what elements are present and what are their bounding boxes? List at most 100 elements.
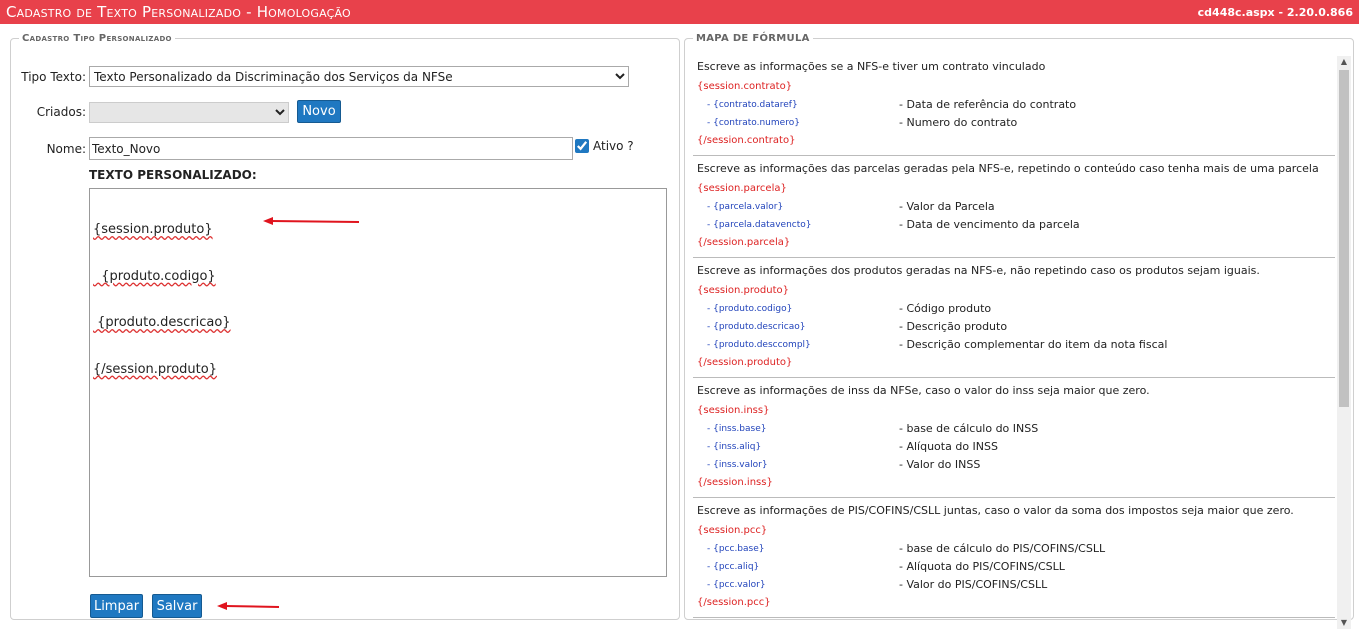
tipo-texto-label: Tipo Texto:: [21, 70, 86, 84]
scroll-thumb[interactable]: [1339, 70, 1349, 407]
session-open-tag: {session.inss}: [697, 405, 770, 416]
page-title: Cadastro de Texto Personalizado - Homolo…: [6, 3, 351, 21]
ativo-label: Ativo ?: [593, 139, 634, 153]
arrow-annotation: [217, 602, 280, 610]
formula-row: - {inss.valor} - Valor do INSS: [697, 456, 1331, 474]
variable-description: - Alíquota do PIS/COFINS/CSLL: [899, 560, 1065, 573]
tipo-texto-select[interactable]: Texto Personalizado da Discriminação dos…: [89, 66, 629, 87]
editor-line: {session.produto}: [93, 222, 213, 237]
formula-section: Escreve as informações se a NFS-e tiver …: [693, 54, 1335, 156]
variable-description: - Data de vencimento da parcela: [899, 218, 1080, 231]
version-label: cd448c.aspx - 2.20.0.866: [1197, 5, 1353, 19]
texto-personalizado-title: TEXTO PERSONALIZADO:: [89, 168, 257, 182]
variable-name: {parcela.valor}: [713, 202, 784, 212]
ativo-checkbox[interactable]: [575, 139, 589, 153]
formula-section: Escreve as informações de PIS/COFINS/CSL…: [693, 498, 1335, 618]
criados-label: Criados:: [36, 105, 86, 119]
variable-name: {contrato.numero}: [713, 118, 800, 128]
formula-row: - {contrato.dataref} - Data de referência…: [697, 96, 1331, 114]
formula-variable: - {parcela.datavencto}: [707, 220, 812, 230]
criados-select[interactable]: [89, 102, 289, 123]
session-open-tag: {session.contrato}: [697, 81, 793, 92]
mapa-formula-panel: MAPA DE FÓRMULA Escreve as informações s…: [684, 33, 1354, 629]
variable-name: {inss.base}: [713, 424, 767, 434]
formula-row: - {inss.base} - base de cálculo do INSS: [697, 420, 1331, 438]
formula-variable: - {inss.base}: [707, 424, 767, 434]
variable-name: {produto.descricao}: [713, 322, 806, 332]
variable-description: - Descrição complementar do item da nota…: [899, 338, 1168, 351]
variable-description: - Valor do INSS: [899, 458, 981, 471]
formula-variable: - {produto.descricao}: [707, 322, 806, 332]
cadastro-legend: Cadastro Tipo Personalizado: [22, 33, 172, 44]
variable-description: - Valor da Parcela: [899, 200, 995, 213]
formula-row: - {inss.aliq} - Alíquota do INSS: [697, 438, 1331, 456]
variable-description: - Valor do PIS/COFINS/CSLL: [899, 578, 1048, 591]
session-open-tag: {session.pcc}: [697, 525, 768, 536]
section-description: Escreve as informações de PIS/COFINS/CSL…: [697, 504, 1294, 517]
nome-label: Nome:: [46, 142, 86, 156]
formula-row: - {produto.descricao} - Descrição produto: [697, 318, 1331, 336]
variable-description: - Alíquota do INSS: [899, 440, 998, 453]
editor-line: {produto.descricao}: [93, 315, 231, 330]
formula-row: - {contrato.numero} - Numero do contrato: [697, 114, 1331, 132]
formula-row: - {produto.desccompl} - Descrição complem…: [697, 336, 1331, 354]
salvar-button[interactable]: Salvar: [152, 594, 202, 618]
session-close-tag: {/session.parcela}: [697, 237, 791, 248]
variable-name: {inss.aliq}: [713, 442, 762, 452]
editor-line: {produto.codigo}: [93, 268, 216, 284]
formula-variable: - {contrato.dataref}: [707, 100, 798, 110]
formula-variable: - {contrato.numero}: [707, 118, 800, 128]
formula-row: - {pcc.aliq} - Alíquota do PIS/COFINS/CSL…: [697, 558, 1331, 576]
formula-variable: - {parcela.valor}: [707, 202, 784, 212]
formula-row: - {produto.codigo} - Código produto: [697, 300, 1331, 318]
variable-description: - Numero do contrato: [899, 116, 1018, 129]
session-close-tag: {/session.inss}: [697, 477, 773, 488]
formula-variable: - {pcc.valor}: [707, 580, 766, 590]
arrow-annotation: [263, 217, 360, 225]
variable-name: {parcela.datavencto}: [713, 220, 812, 230]
formula-section: Escreve as informações das parcelas gera…: [693, 156, 1335, 258]
formula-variable: - {produto.desccompl}: [707, 340, 811, 350]
section-description: Escreve as informações das parcelas gera…: [697, 162, 1319, 175]
scroll-down-icon[interactable]: ▼: [1337, 617, 1351, 629]
formula-list[interactable]: Escreve as informações se a NFS-e tiver …: [693, 54, 1335, 628]
variable-description: - Data de referência do contrato: [899, 98, 1077, 111]
session-open-tag: {session.produto}: [697, 285, 790, 296]
session-open-tag: {session.parcela}: [697, 183, 787, 194]
nome-input[interactable]: [89, 137, 573, 160]
variable-name: {inss.valor}: [713, 460, 768, 470]
variable-name: {contrato.dataref}: [713, 100, 798, 110]
formula-variable: - {inss.valor}: [707, 460, 768, 470]
scroll-up-icon[interactable]: ▲: [1337, 56, 1351, 68]
variable-name: {produto.codigo}: [713, 304, 793, 314]
variable-name: {pcc.aliq}: [713, 562, 760, 572]
variable-name: {pcc.valor}: [713, 580, 766, 590]
texto-editor[interactable]: {session.produto} {produto.codigo} {prod…: [89, 188, 667, 577]
formula-row: - {parcela.valor} - Valor da Parcela: [697, 198, 1331, 216]
variable-name: {pcc.base}: [713, 544, 765, 554]
formula-section: Escreve as informações dos produtos gera…: [693, 258, 1335, 378]
variable-name: {produto.desccompl}: [713, 340, 811, 350]
mapa-formula-legend: MAPA DE FÓRMULA: [696, 33, 810, 44]
variable-description: - Código produto: [899, 302, 992, 315]
limpar-button[interactable]: Limpar: [90, 594, 143, 618]
title-bar: Cadastro de Texto Personalizado - Homolo…: [0, 0, 1359, 24]
novo-button[interactable]: Novo: [297, 100, 341, 123]
formula-variable: - {pcc.base}: [707, 544, 765, 554]
formula-row: - {parcela.datavencto} - Data de vencimen…: [697, 216, 1331, 234]
editor-line: {/session.produto}: [93, 361, 217, 377]
section-description: Escreve as informações se a NFS-e tiver …: [697, 60, 1046, 73]
variable-description: - base de cálculo do INSS: [899, 422, 1039, 435]
variable-description: - Descrição produto: [899, 320, 1008, 333]
formula-variable: - {produto.codigo}: [707, 304, 793, 314]
formula-row: - {pcc.valor} - Valor do PIS/COFINS/CSLL: [697, 576, 1331, 594]
variable-description: - base de cálculo do PIS/COFINS/CSLL: [899, 542, 1106, 555]
formula-variable: - {inss.aliq}: [707, 442, 762, 452]
scrollbar[interactable]: ▲ ▼: [1337, 56, 1351, 629]
session-close-tag: {/session.contrato}: [697, 135, 796, 146]
session-close-tag: {/session.pcc}: [697, 597, 771, 608]
section-description: Escreve as informações de inss da NFSe, …: [697, 384, 1150, 397]
section-description: Escreve as informações dos produtos gera…: [697, 264, 1260, 277]
formula-section: Escreve as informações de inss da NFSe, …: [693, 378, 1335, 498]
cadastro-panel: Cadastro Tipo Personalizado Tipo Texto: …: [10, 33, 680, 620]
